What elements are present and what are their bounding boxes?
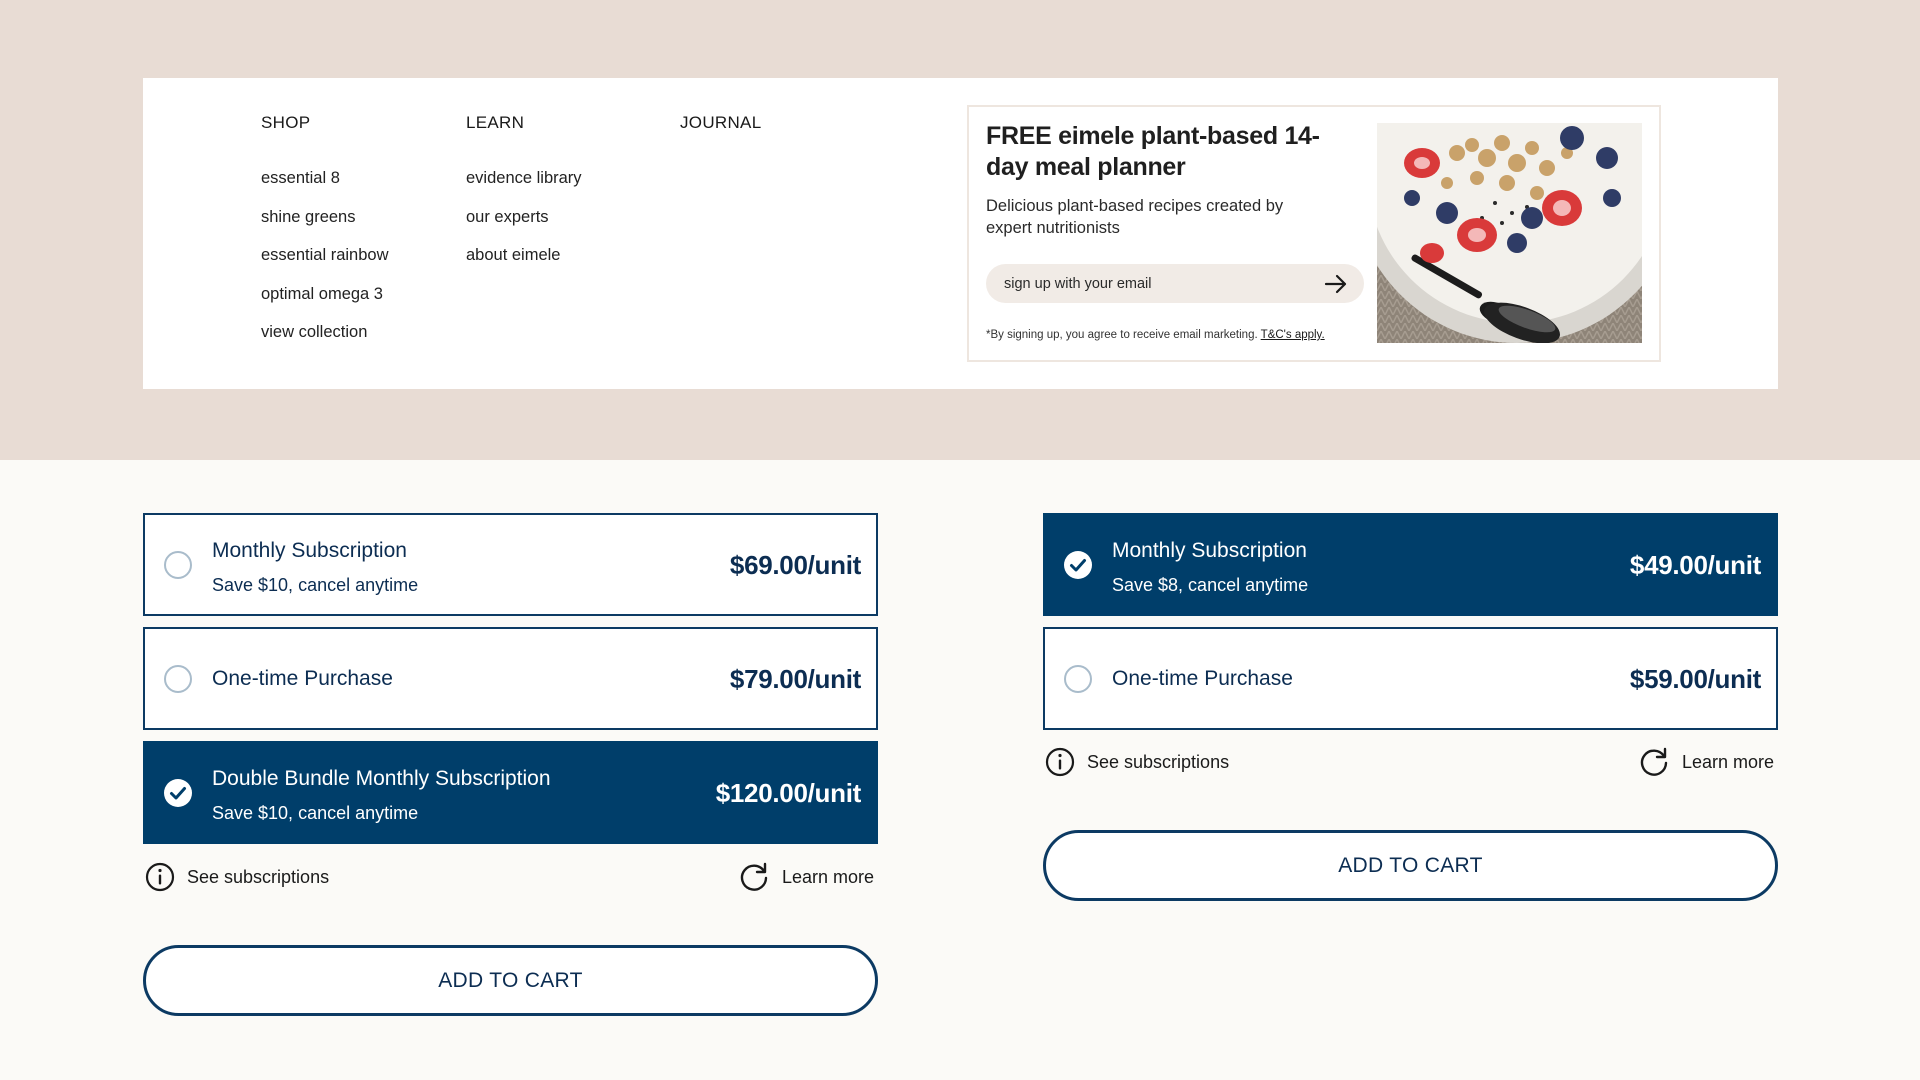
menu-item-view-collection[interactable]: view collection bbox=[261, 322, 389, 361]
menu-column-learn: LEARN evidence library our experts about… bbox=[466, 113, 582, 284]
menu-item-essential-8[interactable]: essential 8 bbox=[261, 168, 389, 207]
left-option-one-time-purchase[interactable]: One-time Purchase $79.00/unit bbox=[143, 627, 878, 730]
option-price: $120.00/unit bbox=[715, 777, 862, 808]
menu-item-about-eimele[interactable]: about eimele bbox=[466, 245, 582, 284]
option-subtitle: Save $10, cancel anytime bbox=[212, 575, 419, 595]
option-price: $69.00/unit bbox=[729, 549, 861, 580]
menu-item-evidence-library[interactable]: evidence library bbox=[466, 168, 582, 207]
menu-heading-journal[interactable]: JOURNAL bbox=[680, 113, 761, 133]
menu-heading-shop[interactable]: SHOP bbox=[261, 113, 389, 133]
left-add-to-cart-button[interactable]: ADD TO CART bbox=[143, 945, 878, 1016]
check-circle-icon bbox=[1064, 550, 1092, 579]
check-circle-icon bbox=[164, 778, 192, 807]
option-title: One-time Purchase bbox=[212, 667, 393, 690]
option-title: One-time Purchase bbox=[1112, 667, 1293, 690]
promo-subtitle: Delicious plant-based recipes created by… bbox=[986, 197, 1284, 237]
promo-title: FREE eimele plant-based 14-day meal plan… bbox=[986, 122, 1320, 181]
meal-planner-promo: FREE eimele plant-based 14-day meal plan… bbox=[967, 105, 1661, 362]
menu-item-shine-greens[interactable]: shine greens bbox=[261, 207, 389, 246]
learn-more-label: Learn more bbox=[1682, 751, 1775, 772]
left-option-monthly-subscription[interactable]: Monthly Subscription Save $10, cancel an… bbox=[143, 513, 878, 616]
left-option-double-bundle[interactable]: Double Bundle Monthly Subscription Save … bbox=[143, 741, 878, 844]
menu-column-journal: JOURNAL bbox=[680, 113, 761, 133]
yogurt-bowl-image bbox=[1377, 123, 1642, 343]
option-price: $59.00/unit bbox=[1629, 663, 1761, 694]
right-learn-more-link[interactable]: Learn more bbox=[1638, 747, 1774, 777]
promo-legal-text: *By signing up, you agree to receive ema… bbox=[986, 329, 1325, 341]
refresh-icon bbox=[1640, 747, 1668, 776]
radio-selected[interactable] bbox=[164, 778, 192, 807]
menu-heading-learn[interactable]: LEARN bbox=[466, 113, 582, 133]
terms-link[interactable]: T&C's apply. bbox=[1261, 329, 1325, 341]
arrow-right-icon[interactable] bbox=[1324, 273, 1348, 295]
radio-unselected[interactable] bbox=[164, 664, 192, 693]
refresh-icon bbox=[740, 862, 768, 891]
menu-item-essential-rainbow[interactable]: essential rainbow bbox=[261, 245, 389, 284]
option-title: Monthly Subscription bbox=[1112, 539, 1307, 562]
left-learn-more-link[interactable]: Learn more bbox=[738, 862, 874, 892]
menu-item-our-experts[interactable]: our experts bbox=[466, 207, 582, 246]
option-price: $79.00/unit bbox=[729, 663, 861, 694]
menu-item-optimal-omega-3[interactable]: optimal omega 3 bbox=[261, 284, 389, 323]
radio-unselected[interactable] bbox=[164, 550, 192, 579]
left-see-subscriptions-link[interactable]: See subscriptions bbox=[145, 862, 329, 892]
learn-more-label: Learn more bbox=[782, 866, 875, 887]
email-signup-input[interactable]: sign up with your email bbox=[986, 264, 1364, 303]
option-subtitle: Save $10, cancel anytime bbox=[212, 803, 419, 823]
radio-selected[interactable] bbox=[1064, 550, 1092, 579]
info-circle-icon bbox=[1045, 747, 1075, 777]
menu-column-shop: SHOP essential 8 shine greens essential … bbox=[261, 113, 389, 361]
right-see-subscriptions-link[interactable]: See subscriptions bbox=[1045, 747, 1229, 777]
info-circle-icon bbox=[145, 862, 175, 892]
radio-unselected[interactable] bbox=[1064, 664, 1092, 693]
legal-text: *By signing up, you agree to receive ema… bbox=[986, 329, 1258, 341]
see-subscriptions-label: See subscriptions bbox=[187, 866, 330, 887]
right-option-monthly-subscription[interactable]: Monthly Subscription Save $8, cancel any… bbox=[1043, 513, 1778, 616]
right-option-one-time-purchase[interactable]: One-time Purchase $59.00/unit bbox=[1043, 627, 1778, 730]
option-price: $49.00/unit bbox=[1629, 549, 1761, 580]
right-add-to-cart-button[interactable]: ADD TO CART bbox=[1043, 830, 1778, 901]
option-subtitle: Save $8, cancel anytime bbox=[1112, 575, 1309, 595]
option-title: Monthly Subscription bbox=[212, 539, 407, 562]
see-subscriptions-label: See subscriptions bbox=[1087, 751, 1230, 772]
email-placeholder: sign up with your email bbox=[1004, 275, 1152, 292]
option-title: Double Bundle Monthly Subscription bbox=[212, 767, 551, 790]
